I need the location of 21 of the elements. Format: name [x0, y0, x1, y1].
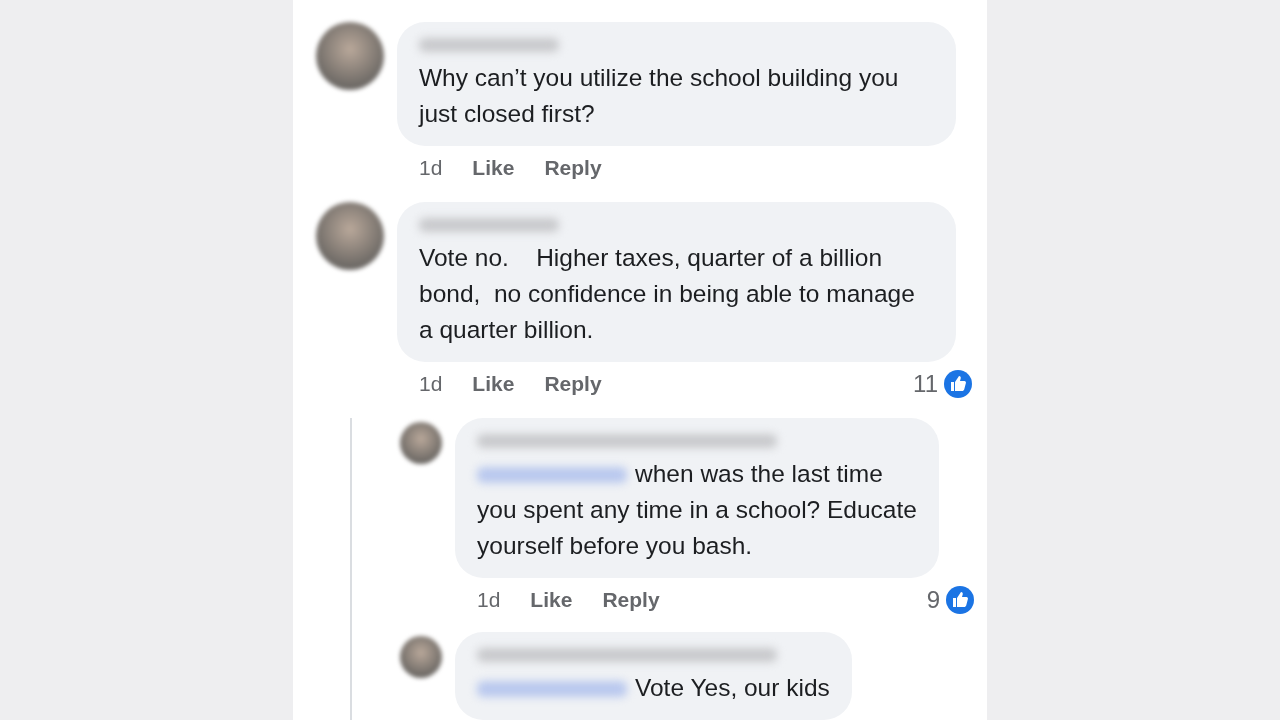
reaction-count: 11	[913, 370, 938, 398]
comment-time: 1d	[419, 156, 443, 180]
like-link[interactable]: Like	[472, 156, 515, 180]
comment-text: Vote no. Higher taxes, quarter of a billion bond, no confidence in being able to manage a quarter billion.	[419, 243, 916, 345]
reply-link[interactable]: Reply	[602, 588, 660, 612]
thumbs-up-icon	[944, 370, 972, 398]
comment-time: 1d	[419, 372, 443, 396]
comment-text: Why can’t you utilize the school building you just closed first?	[419, 63, 900, 129]
avatar[interactable]	[316, 202, 384, 270]
avatar[interactable]	[316, 22, 384, 90]
like-link[interactable]: Like	[472, 372, 515, 396]
avatar[interactable]	[400, 422, 442, 464]
like-link[interactable]: Like	[530, 588, 573, 612]
thumbs-up-icon	[946, 586, 974, 614]
comment-text: Vote Yes, our kids	[477, 670, 830, 706]
reply-link[interactable]: Reply	[544, 372, 602, 396]
comment-time: 1d	[477, 588, 501, 612]
avatar[interactable]	[400, 636, 442, 678]
reply-link[interactable]: Reply	[544, 156, 602, 180]
reaction-count: 9	[926, 586, 940, 614]
comment-text: when was the last time you spent any time in a school? Educate yourself before you bash.	[477, 459, 917, 561]
